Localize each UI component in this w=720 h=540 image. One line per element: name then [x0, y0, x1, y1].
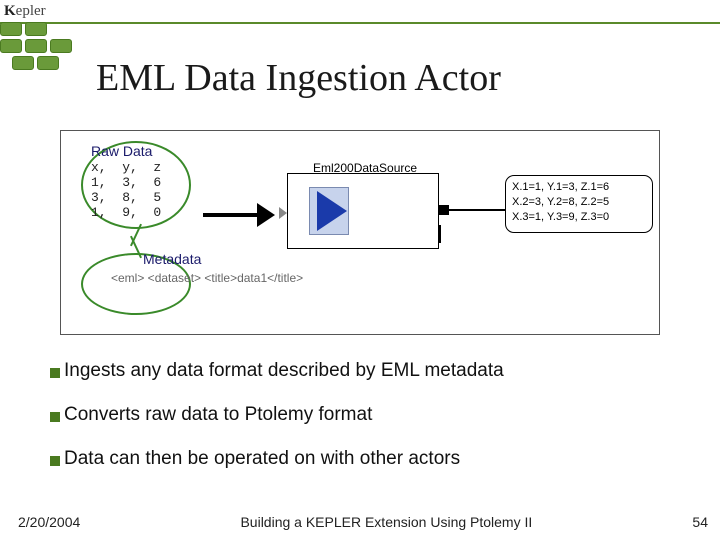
- actor-input-port-icon: [279, 207, 287, 219]
- list-item: Ingests any data format described by EML…: [50, 360, 670, 382]
- output-box: X.1=1, Y.1=3, Z.1=6 X.2=3, Y.2=8, Z.2=5 …: [505, 175, 653, 233]
- metadata-xml: <eml> <dataset> <title>data1</title>: [111, 271, 303, 286]
- bullet-list: Ingests any data format described by EML…: [50, 360, 670, 492]
- bullet-text: Data can then be operated on with other …: [64, 448, 460, 470]
- diagram-frame: Raw Data x, y, z 1, 3, 6 3, 8, 5 1, 9, 0…: [60, 130, 660, 335]
- actor-wire: [449, 209, 509, 211]
- header-logo: Kepler: [0, 0, 720, 20]
- footer-date: 2/20/2004: [18, 514, 80, 530]
- slide-title: EML Data Ingestion Actor: [96, 56, 501, 100]
- bullet-text: Converts raw data to Ptolemy format: [64, 404, 372, 426]
- metadata-block: Metadata <eml> <dataset> <title>data1</t…: [111, 251, 303, 286]
- footer-title: Building a KEPLER Extension Using Ptolem…: [240, 514, 532, 530]
- bullet-text: Ingests any data format described by EML…: [64, 360, 504, 382]
- raw-data-block: Raw Data x, y, z 1, 3, 6 3, 8, 5 1, 9, 0: [91, 143, 161, 221]
- bullet-icon: [50, 412, 60, 422]
- logo-text: Kepler: [4, 3, 46, 20]
- metadata-label: Metadata: [143, 251, 303, 267]
- slide-footer: 2/20/2004 Building a KEPLER Extension Us…: [18, 514, 708, 530]
- actor-wire-stub: [439, 225, 441, 243]
- bullet-icon: [50, 456, 60, 466]
- logo-blocks: [0, 22, 72, 73]
- output-text: X.1=1, Y.1=3, Z.1=6 X.2=3, Y.2=8, Z.2=5 …: [506, 176, 652, 229]
- actor-label: Eml200DataSource: [313, 161, 417, 175]
- actor-play-icon: [317, 191, 347, 231]
- header-divider: [0, 22, 720, 24]
- bullet-icon: [50, 368, 60, 378]
- list-item: Converts raw data to Ptolemy format: [50, 404, 670, 426]
- raw-data-grid: x, y, z 1, 3, 6 3, 8, 5 1, 9, 0: [91, 161, 161, 221]
- actor-output-port-icon: [439, 205, 449, 215]
- list-item: Data can then be operated on with other …: [50, 448, 670, 470]
- raw-data-label: Raw Data: [91, 143, 161, 159]
- footer-page: 54: [692, 514, 708, 530]
